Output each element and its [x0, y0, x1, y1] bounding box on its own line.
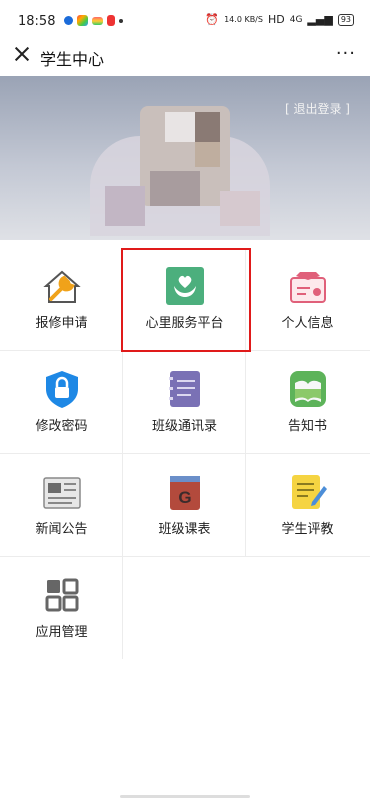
close-icon[interactable]	[12, 44, 32, 64]
title-bar: 学生中心 ···	[0, 36, 370, 76]
menu-item-notice[interactable]: 告知书	[246, 351, 369, 453]
menu-item-label: 个人信息	[281, 316, 334, 331]
menu-item-teaching-evaluation[interactable]: 学生评教	[246, 454, 369, 556]
signal-bars-icon: ▂▄▆	[307, 13, 333, 26]
grid-row: 修改密码 班级通讯录 告知书	[0, 351, 370, 454]
menu-item-label: 修改密码	[35, 419, 88, 434]
evaluation-note-icon	[292, 475, 327, 509]
app-notification-icon	[92, 16, 103, 25]
status-time: 18:58	[18, 14, 56, 29]
newspaper-icon	[43, 477, 81, 509]
menu-item-label: 班级通讯录	[151, 419, 217, 434]
menu-item-label: 新闻公告	[35, 522, 88, 537]
more-notifications-icon	[119, 18, 123, 23]
status-bar: 18:58 ⏰ 14.0 KB/S HD 4G ▂▄▆ 93	[0, 0, 370, 36]
menu-item-counseling[interactable]: 心里服务平台	[123, 248, 246, 350]
contact-list-icon	[169, 371, 200, 407]
schedule-book-icon: G	[170, 476, 200, 510]
grid-row: 应用管理	[0, 557, 370, 659]
house-wrench-icon	[43, 270, 81, 303]
menu-item-news[interactable]: 新闻公告	[0, 454, 123, 556]
menu-item-profile[interactable]: 个人信息	[246, 248, 369, 350]
signal-indicator: 4G	[289, 14, 303, 25]
menu-item-label: 学生评教	[281, 522, 334, 537]
menu-item-class-schedule[interactable]: G 班级课表	[123, 454, 246, 556]
menu-item-class-contacts[interactable]: 班级通讯录	[123, 351, 246, 453]
alarm-icon: ⏰	[205, 13, 220, 26]
battery-icon: 93	[337, 13, 354, 26]
status-right: ⏰ 14.0 KB/S HD 4G ▂▄▆ 93	[205, 13, 354, 26]
grid-row: 报修申请 心里服务平台 个人信息	[0, 248, 370, 351]
service-grid: 报修申请 心里服务平台 个人信息 修改密码 班级通讯录 告知书 新闻公告 G 班…	[0, 248, 370, 659]
heart-hands-icon	[166, 267, 204, 305]
more-options-button[interactable]: ···	[336, 45, 356, 63]
menu-item-label: 报修申请	[35, 316, 88, 331]
empty-cell	[123, 557, 246, 659]
grid-row: 新闻公告 G 班级课表 学生评教	[0, 454, 370, 557]
menu-item-label: 告知书	[287, 419, 327, 434]
hd-indicator: HD	[267, 13, 285, 26]
menu-item-label: 班级课表	[158, 522, 211, 537]
menu-item-label: 应用管理	[35, 625, 88, 640]
app-notification-icon	[64, 16, 73, 25]
menu-item-label: 心里服务平台	[145, 316, 224, 331]
grid-apps-icon	[45, 578, 79, 612]
network-speed: 14.0 KB/S	[224, 14, 263, 24]
home-indicator[interactable]	[120, 795, 250, 798]
logout-link[interactable]: [ 退出登录 ]	[285, 100, 350, 117]
notice-book-icon	[290, 371, 326, 407]
page-title: 学生中心	[40, 50, 105, 69]
svg-text:G: G	[178, 488, 191, 507]
lock-shield-icon	[46, 371, 78, 408]
menu-item-repair[interactable]: 报修申请	[0, 248, 123, 350]
profile-card-icon	[290, 272, 326, 303]
menu-item-change-password[interactable]: 修改密码	[0, 351, 123, 453]
app-notification-icon	[77, 15, 88, 26]
empty-cell	[246, 557, 369, 659]
notification-icons	[64, 15, 123, 26]
app-notification-icon	[107, 15, 115, 26]
menu-item-app-management[interactable]: 应用管理	[0, 557, 123, 659]
profile-banner: [ 退出登录 ]	[0, 76, 370, 240]
